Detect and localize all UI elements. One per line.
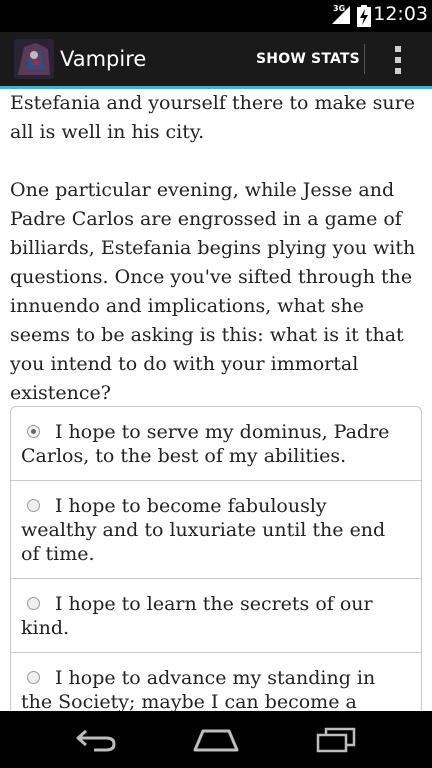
choice-label: I hope to serve my dominus, Padre Carlos… <box>21 421 390 467</box>
choice-option-wealth[interactable]: I hope to become fabulously wealthy and … <box>11 480 421 578</box>
radio-button-icon[interactable] <box>27 670 40 684</box>
show-stats-button[interactable]: SHOW STATS <box>252 32 364 86</box>
home-button[interactable] <box>176 711 256 768</box>
choice-label: I hope to advance my standing in the Soc… <box>21 667 376 711</box>
recent-apps-button[interactable] <box>296 711 376 768</box>
choice-option-serve-dominus[interactable]: I hope to serve my dominus, Padre Carlos… <box>11 407 421 480</box>
action-bar-divider <box>364 44 365 74</box>
status-clock: 12:03 <box>373 3 428 25</box>
choice-option-secrets[interactable]: I hope to learn the secrets of our kind. <box>11 578 421 652</box>
choice-option-advance-standing[interactable]: I hope to advance my standing in the Soc… <box>11 652 421 711</box>
vampire-app-icon <box>14 39 54 79</box>
back-button[interactable] <box>56 711 136 768</box>
choice-label: I hope to learn the secrets of our kind. <box>21 593 373 639</box>
signal-strength-icon <box>332 6 350 24</box>
radio-button-icon[interactable] <box>27 424 40 438</box>
story-paragraph: Estefania and yourself there to make sur… <box>10 92 415 143</box>
radio-button-icon[interactable] <box>27 498 40 512</box>
battery-charging-icon <box>357 5 371 27</box>
app-title: Vampire <box>60 47 147 71</box>
story-scroll-area[interactable]: Estefania and yourself there to make sur… <box>0 89 432 711</box>
story-paragraph: One particular evening, while Jesse and … <box>10 179 416 404</box>
story-text: Estefania and yourself there to make sur… <box>10 89 424 408</box>
overflow-menu-icon[interactable] <box>376 38 420 82</box>
choice-label: I hope to become fabulously wealthy and … <box>21 495 386 565</box>
radio-button-icon[interactable] <box>27 596 40 610</box>
back-arrow-icon <box>76 729 116 751</box>
choice-list: I hope to serve my dominus, Padre Carlos… <box>10 406 422 711</box>
home-icon <box>193 729 239 751</box>
app-icon[interactable] <box>14 39 54 79</box>
recent-apps-icon <box>316 727 356 752</box>
